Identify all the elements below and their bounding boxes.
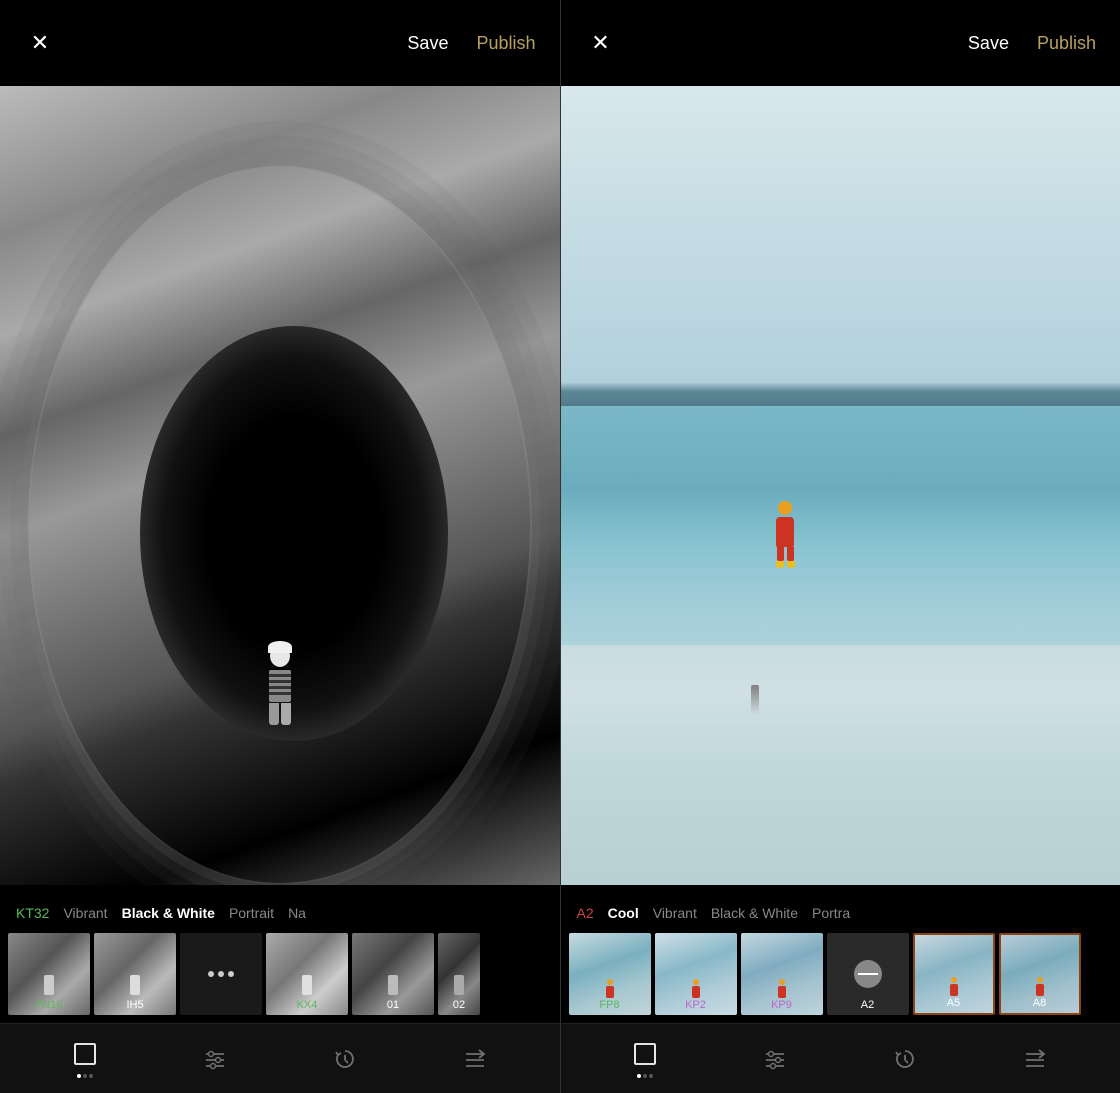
right-filter-thumb-fp8[interactable]: FP8 [569,933,651,1015]
left-tool-frames[interactable] [71,1040,99,1078]
right-tool-history[interactable] [891,1045,919,1073]
left-filter-label-02: 02 [438,999,480,1011]
right-save-button[interactable]: Save [968,33,1009,54]
left-filter-cat-bw[interactable]: Black & White [122,905,229,921]
right-publish-button[interactable]: Publish [1037,33,1096,54]
right-filter-thumb-a8[interactable]: A8 [999,933,1081,1015]
right-filter-label-kp2: KP2 [655,999,737,1011]
right-filter-cat-cool[interactable]: Cool [608,905,653,921]
right-filter-cat-vibrant[interactable]: Vibrant [653,905,711,921]
right-filter-thumb-a2[interactable]: A2 [827,933,909,1015]
left-export-icon [461,1045,489,1073]
left-photo [0,86,560,885]
left-tool-history[interactable] [331,1045,359,1073]
left-kt32-dots [208,971,234,977]
left-tool-adjust[interactable] [201,1045,229,1073]
left-filter-thumb-01[interactable]: 01 [352,933,434,1015]
right-sliders-icon [761,1045,789,1073]
right-export-icon [1021,1045,1049,1073]
right-bottom-toolbar [561,1023,1120,1093]
beach-child-figure [773,501,797,551]
left-filter-cat-portrait[interactable]: Portrait [229,905,288,921]
left-filter-thumb-ih5[interactable]: IH5 [94,933,176,1015]
right-frame-dots [637,1074,653,1078]
right-filter-thumb-kp9[interactable]: KP9 [741,933,823,1015]
left-photo-area [0,86,560,885]
right-tool-frames[interactable] [631,1040,659,1078]
left-filter-thumb-kx4[interactable]: KX4 [266,933,348,1015]
left-filter-thumb-02[interactable]: 02 [438,933,480,1015]
left-top-actions: Save Publish [407,33,535,54]
left-filter-cat-vibrant[interactable]: Vibrant [63,905,121,921]
right-top-actions: Save Publish [968,33,1096,54]
left-filter-cat-na[interactable]: Na [288,905,320,921]
left-frame-dots [77,1074,93,1078]
left-filter-label-ih5: IH5 [94,999,176,1011]
right-filter-cat-a2[interactable]: A2 [577,905,608,921]
left-filter-label-kx4: KX4 [266,999,348,1011]
left-top-bar: ✕ Save Publish [0,0,560,86]
left-filter-thumbs: FN16 IH5 KX4 0 [0,933,560,1015]
right-photo [561,86,1120,885]
left-filter-label-fn16: FN16 [8,999,90,1011]
right-filter-label-a5: A5 [915,997,993,1009]
left-save-button[interactable]: Save [407,33,448,54]
right-filter-thumbs: FP8 KP2 KP9 [561,933,1120,1015]
left-filter-categories: KT32 Vibrant Black & White Portrait Na [0,905,560,921]
right-close-button[interactable]: ✕ [585,27,617,59]
right-tool-adjust[interactable] [761,1045,789,1073]
left-bottom-toolbar [0,1023,560,1093]
right-filter-area: A2 Cool Vibrant Black & White Portra FP8 [561,885,1120,1023]
left-filter-thumb-fn16[interactable]: FN16 [8,933,90,1015]
left-close-button[interactable]: ✕ [24,27,56,59]
right-filter-label-a8: A8 [1001,997,1079,1009]
right-photo-area [561,86,1120,885]
left-filter-thumb-kt32[interactable] [180,933,262,1015]
right-tool-export[interactable] [1021,1045,1049,1073]
right-filter-cat-bw[interactable]: Black & White [711,905,812,921]
left-tool-export[interactable] [461,1045,489,1073]
left-filter-cat-kt32[interactable]: KT32 [16,905,63,921]
right-history-icon [891,1045,919,1073]
right-filter-label-a2: A2 [827,999,909,1011]
right-filter-label-kp9: KP9 [741,999,823,1011]
left-panel: ✕ Save Publish [0,0,560,1093]
left-filter-area: KT32 Vibrant Black & White Portrait Na F… [0,885,560,1023]
right-filter-thumb-kp2[interactable]: KP2 [655,933,737,1015]
right-panel: ✕ Save Publish [561,0,1120,1093]
bw-child-figure [250,645,310,765]
right-filter-cat-portrait[interactable]: Portra [812,905,864,921]
right-filter-label-fp8: FP8 [569,999,651,1011]
right-top-bar: ✕ Save Publish [561,0,1120,86]
right-frame-icon [631,1040,659,1068]
right-filter-thumb-a5[interactable]: A5 [913,933,995,1015]
left-sliders-icon [201,1045,229,1073]
left-filter-label-01: 01 [352,999,434,1011]
right-filter-categories: A2 Cool Vibrant Black & White Portra [561,905,1120,921]
left-publish-button[interactable]: Publish [476,33,535,54]
left-frame-icon [71,1040,99,1068]
left-history-icon [331,1045,359,1073]
